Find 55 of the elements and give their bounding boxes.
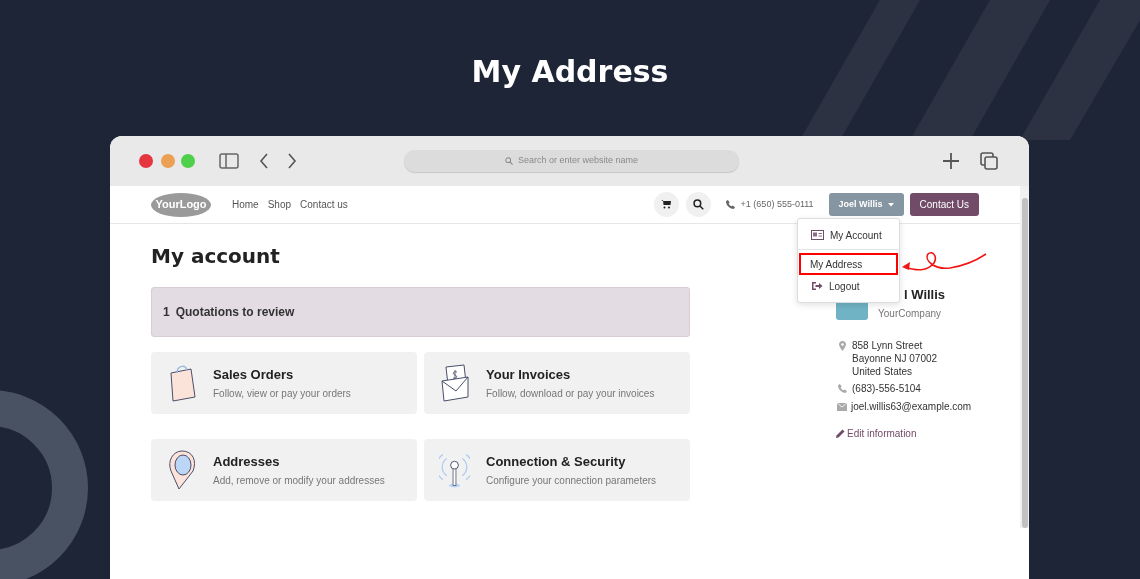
card-subtitle: Configure your connection parameters — [486, 474, 657, 489]
portal-card[interactable]: Addresses Add, remove or modify your addresses — [151, 439, 417, 501]
sign-out-icon — [811, 281, 823, 291]
cart-button[interactable] — [653, 192, 679, 217]
search-icon — [692, 199, 704, 210]
portal-card[interactable]: Sales Orders Follow, view or pay your orders — [151, 352, 417, 414]
portal-card[interactable]: Your Invoices Follow, download or pay your invoices — [424, 352, 690, 414]
card-title: Addresses — [213, 452, 281, 471]
card-subtitle: Add, remove or modify your addresses — [213, 474, 385, 489]
card-title: Your Invoices — [486, 365, 572, 384]
profile-phone: (683)-556-5104 — [852, 382, 921, 396]
pencil-icon — [836, 429, 845, 438]
address-line: United States — [852, 365, 914, 378]
search-button[interactable] — [685, 192, 711, 217]
profile-company: YourCompany — [878, 307, 942, 321]
nav-link[interactable]: Shop — [267, 197, 292, 212]
id-card-icon — [811, 230, 824, 240]
close-window-icon[interactable] — [139, 154, 153, 168]
caret-icon — [887, 202, 894, 207]
card-title: Connection & Security — [486, 452, 627, 471]
address-line: Bayonne NJ 07002 — [852, 352, 938, 365]
account-heading: My account — [151, 244, 281, 268]
new-tab-icon[interactable] — [942, 152, 960, 170]
portal-card[interactable]: Connection & Security Configure your connection parameters — [424, 439, 690, 501]
sidebar-icon[interactable] — [219, 153, 239, 169]
address-line: 858 Lynn Street — [852, 339, 924, 352]
cart-icon — [661, 200, 672, 209]
phone-icon — [838, 384, 847, 393]
page-title: My Address — [471, 53, 669, 91]
envelope-icon — [837, 402, 847, 411]
nav-link[interactable]: Contact us — [300, 197, 348, 212]
phone-number: +1 (650) 555-0111 — [740, 197, 814, 211]
forward-icon[interactable] — [287, 153, 297, 169]
card-subtitle: Follow, download or pay your invoices — [486, 387, 655, 402]
profile-email: joel.willis63@example.com — [851, 400, 972, 414]
map-pin-icon — [166, 449, 197, 491]
nav-link[interactable]: Home — [232, 197, 259, 212]
map-marker-icon — [839, 341, 846, 351]
back-icon[interactable] — [259, 153, 269, 169]
envelope-invoice-icon — [439, 363, 470, 403]
quotations-label: Quotations to review — [175, 304, 295, 321]
card-subtitle: Follow, view or pay your orders — [213, 387, 351, 402]
menu-item[interactable]: My Address — [799, 253, 898, 275]
quotations-count: 1 — [163, 304, 170, 321]
card-title: Sales Orders — [213, 365, 295, 384]
quotations-alert[interactable]: 1 Quotations to review — [151, 287, 690, 337]
menu-item[interactable]: Logout — [799, 275, 898, 297]
search-icon — [504, 157, 513, 165]
contact-us-button[interactable]: Contact Us — [909, 193, 979, 216]
address-placeholder: Search or enter website name — [517, 154, 639, 168]
menu-item[interactable]: My Account — [799, 224, 898, 246]
phone-icon — [725, 200, 735, 209]
edit-information-link[interactable]: Edit information — [836, 426, 972, 441]
profile-name: l Willis — [903, 288, 946, 302]
tabs-overview-icon[interactable] — [980, 152, 998, 170]
